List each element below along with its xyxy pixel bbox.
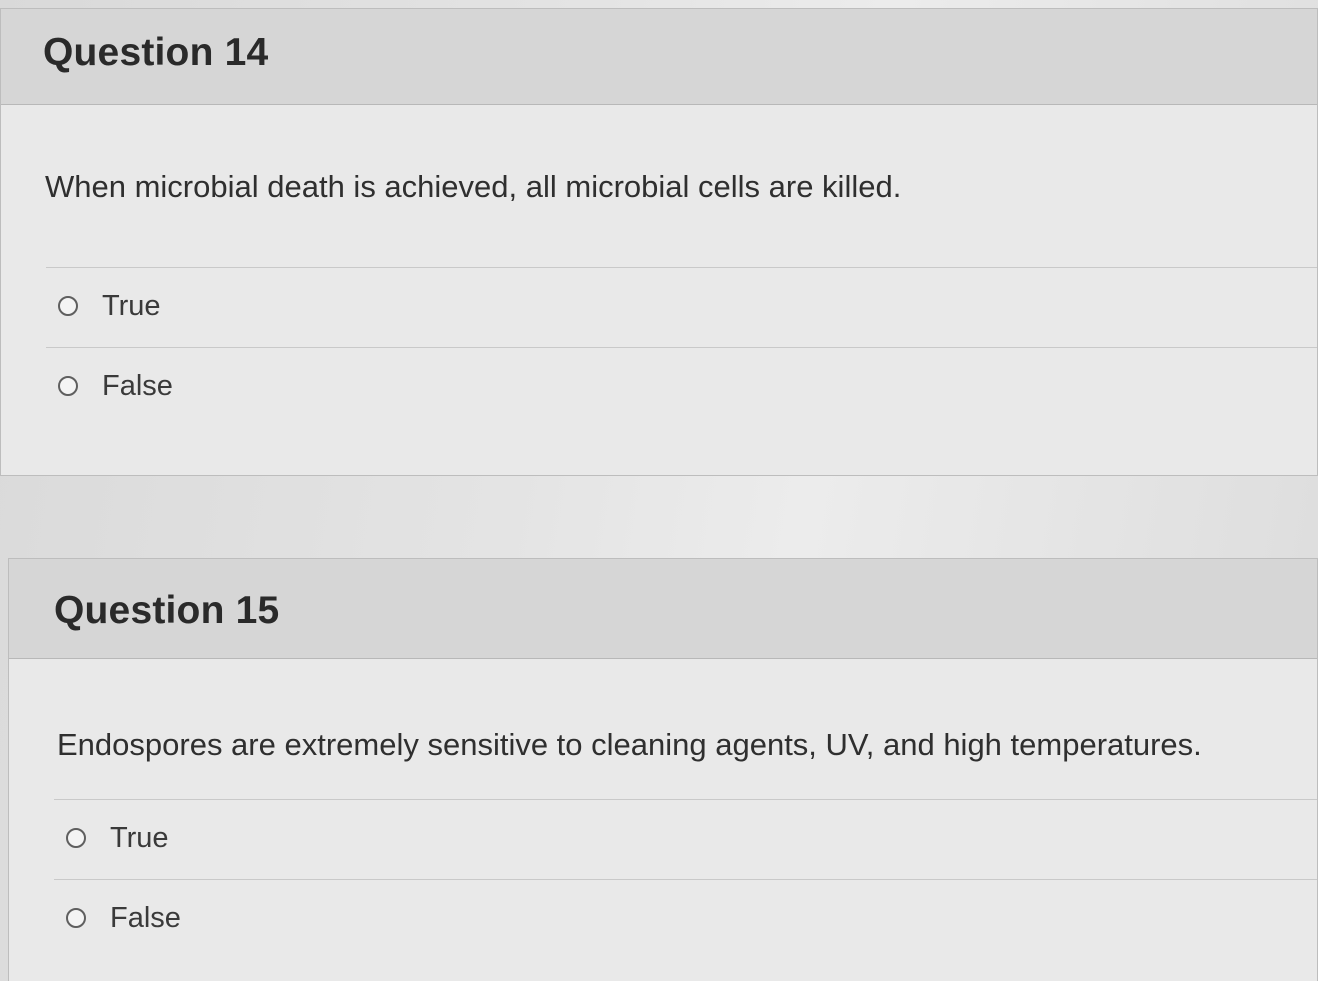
question-14-text: When microbial death is achieved, all mi… — [45, 169, 902, 204]
question-15-option-false[interactable]: False — [54, 880, 1317, 960]
question-15-header: Question 15 — [9, 559, 1317, 659]
option-label: False — [110, 902, 181, 934]
question-15-text: Endospores are extremely sensitive to cl… — [57, 727, 1202, 762]
question-14-card: Question 14 When microbial death is achi… — [0, 8, 1318, 476]
radio-button-icon[interactable] — [66, 908, 86, 928]
option-label: True — [102, 290, 161, 322]
question-14-option-true[interactable]: True — [46, 268, 1317, 348]
option-label: False — [102, 370, 173, 402]
question-15-title: Question 15 — [54, 589, 280, 632]
question-15-option-true[interactable]: True — [54, 800, 1317, 880]
question-14-option-false[interactable]: False — [46, 348, 1317, 428]
question-14-title: Question 14 — [43, 31, 269, 74]
question-14-answers: True False — [46, 267, 1317, 428]
radio-button-icon[interactable] — [66, 828, 86, 848]
question-15-answers: True False — [54, 799, 1317, 960]
quiz-page: Question 14 When microbial death is achi… — [0, 0, 1318, 981]
radio-button-icon[interactable] — [58, 376, 78, 396]
question-14-header: Question 14 — [1, 9, 1317, 105]
question-15-card: Question 15 Endospores are extremely sen… — [8, 558, 1318, 981]
radio-button-icon[interactable] — [58, 296, 78, 316]
option-label: True — [110, 822, 169, 854]
